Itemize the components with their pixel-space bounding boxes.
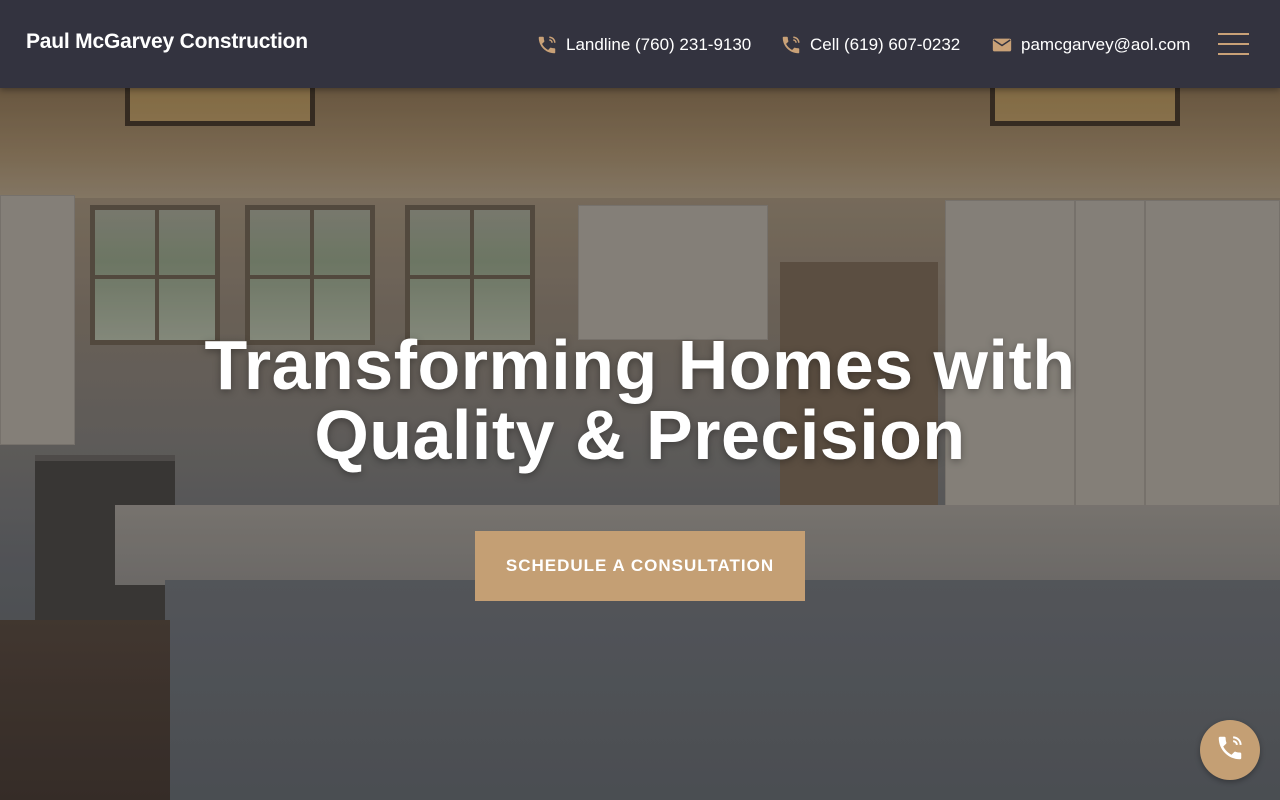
- schedule-consultation-button[interactable]: SCHEDULE A CONSULTATION: [475, 531, 805, 601]
- phone-icon: [536, 34, 558, 56]
- hero-headline: Transforming Homes with Quality & Precis…: [0, 330, 1280, 470]
- mail-icon: [991, 34, 1013, 56]
- site-logo[interactable]: Paul McGarvey Construction: [26, 30, 308, 54]
- hamburger-menu-icon[interactable]: [1218, 31, 1249, 57]
- landline-label: Landline (760) 231-9130: [566, 35, 752, 54]
- cell-label: Cell (619) 607-0232: [810, 35, 961, 54]
- email-link[interactable]: pamcgarvey@aol.com: [991, 34, 1190, 56]
- site-header: Paul McGarvey Construction Landline (760…: [0, 0, 1280, 88]
- email-label: pamcgarvey@aol.com: [1021, 35, 1191, 54]
- phone-icon: [1215, 733, 1245, 768]
- phone-icon: [780, 34, 802, 56]
- headline-line-1: Transforming Homes with: [204, 326, 1076, 404]
- landline-phone-link[interactable]: Landline (760) 231-9130: [536, 34, 751, 56]
- cell-phone-link[interactable]: Cell (619) 607-0232: [780, 34, 960, 56]
- headline-line-2: Quality & Precision: [314, 396, 966, 474]
- floating-call-button[interactable]: [1200, 720, 1260, 780]
